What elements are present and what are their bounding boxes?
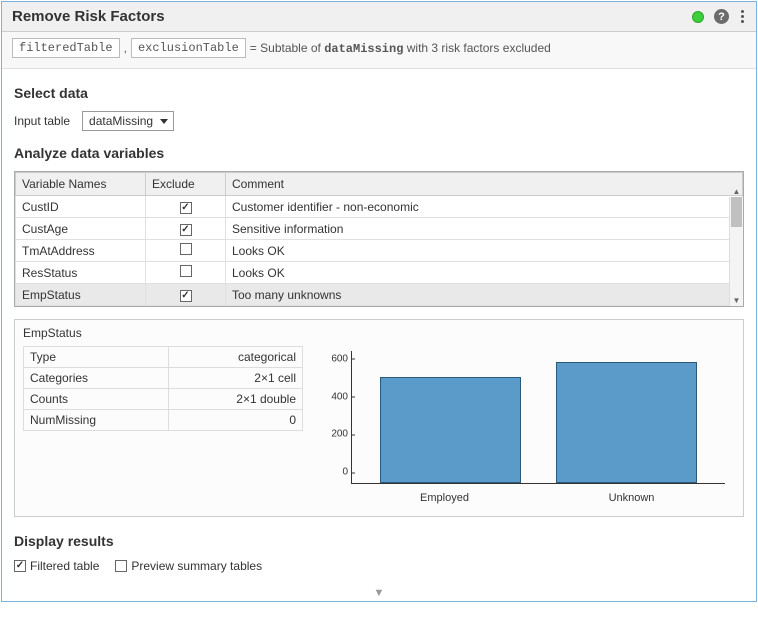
detail-value: 0 — [169, 410, 303, 431]
exclude-cell[interactable] — [146, 218, 226, 240]
comment-cell[interactable]: Customer identifier - non-economic — [226, 196, 743, 218]
variable-name-cell[interactable]: CustID — [16, 196, 146, 218]
detail-row: Typecategorical — [24, 347, 303, 368]
expand-collapse-icon[interactable]: ▼ — [2, 583, 756, 601]
detail-value: 2×1 cell — [169, 368, 303, 389]
chart-bar — [380, 377, 521, 483]
grid-scrollbar[interactable]: ▲ ▼ — [729, 197, 743, 306]
header-toolbar: ? — [692, 8, 746, 25]
detail-key: Type — [24, 347, 169, 368]
checkbox-icon — [14, 560, 26, 572]
section-title-select-data: Select data — [14, 85, 744, 101]
chart-x-labels: Employed Unknown — [351, 492, 725, 504]
variable-name-cell[interactable]: CustAge — [16, 218, 146, 240]
panel-body: Select data Input table dataMissing Anal… — [2, 69, 756, 583]
detail-key: Counts — [24, 389, 169, 410]
comment-cell[interactable]: Looks OK — [226, 240, 743, 262]
detail-row: NumMissing0 — [24, 410, 303, 431]
detail-body: TypecategoricalCategories2×1 cellCounts2… — [23, 346, 735, 506]
table-row[interactable]: TmAtAddress Looks OK — [16, 240, 743, 262]
comment-cell[interactable]: Looks OK — [226, 262, 743, 284]
chart-x-label: Unknown — [557, 492, 707, 504]
detail-properties-table: TypecategoricalCategories2×1 cellCounts2… — [23, 346, 303, 431]
exclude-cell[interactable] — [146, 262, 226, 284]
panel-title: Remove Risk Factors — [12, 8, 165, 25]
detail-row: Counts2×1 double — [24, 389, 303, 410]
chart-y-tick: 600 — [331, 353, 352, 364]
detail-chart: 0200400600 EmployedUnknown — [319, 346, 735, 506]
scroll-down-icon[interactable]: ▼ — [730, 294, 743, 306]
checkbox-label: Filtered table — [30, 559, 99, 573]
filtered-table-checkbox[interactable]: Filtered table — [14, 559, 99, 573]
output-summary: filteredTable , exclusionTable = Subtabl… — [2, 32, 756, 69]
checkbox-label: Preview summary tables — [131, 559, 262, 573]
help-icon[interactable]: ? — [714, 9, 729, 24]
grid-scrollbar-thumb[interactable] — [731, 197, 742, 227]
exclude-checkbox[interactable] — [180, 290, 192, 302]
output-variable[interactable]: exclusionTable — [131, 38, 246, 58]
exclude-cell[interactable] — [146, 284, 226, 306]
exclude-checkbox[interactable] — [180, 265, 192, 277]
variable-name-cell[interactable]: TmAtAddress — [16, 240, 146, 262]
summary-text: = Subtable of dataMissing with 3 risk fa… — [250, 41, 551, 56]
variables-grid[interactable]: Variable Names Exclude Comment CustIDCus… — [15, 172, 743, 306]
table-row[interactable]: CustAge Sensitive information — [16, 218, 743, 240]
input-table-select[interactable]: dataMissing — [82, 111, 174, 131]
table-row[interactable]: ResStatus Looks OK — [16, 262, 743, 284]
scroll-up-icon[interactable]: ▲ — [730, 185, 743, 197]
chart-y-tick: 200 — [331, 429, 352, 440]
output-variable[interactable]: filteredTable — [12, 38, 120, 58]
detail-value: categorical — [169, 347, 303, 368]
detail-key: Categories — [24, 368, 169, 389]
variable-name-cell[interactable]: ResStatus — [16, 262, 146, 284]
detail-variable-name: EmpStatus — [23, 326, 735, 340]
grid-header[interactable]: Exclude — [146, 173, 226, 196]
input-table-row: Input table dataMissing — [14, 111, 744, 131]
exclude-cell[interactable] — [146, 240, 226, 262]
exclude-checkbox[interactable] — [180, 224, 192, 236]
exclude-cell[interactable] — [146, 196, 226, 218]
chart-y-tick: 0 — [342, 467, 352, 478]
display-options-row: Filtered table Preview summary tables — [14, 559, 744, 573]
section-title-analyze: Analyze data variables — [14, 145, 744, 161]
status-indicator-icon — [692, 11, 704, 23]
grid-header[interactable]: Variable Names — [16, 173, 146, 196]
preview-summary-checkbox[interactable]: Preview summary tables — [115, 559, 262, 573]
chart-bar — [556, 362, 697, 483]
table-row[interactable]: EmpStatus Too many unknowns — [16, 284, 743, 306]
variable-detail-panel: EmpStatus TypecategoricalCategories2×1 c… — [14, 319, 744, 517]
detail-value: 2×1 double — [169, 389, 303, 410]
kebab-menu-icon[interactable] — [739, 8, 746, 25]
exclude-checkbox[interactable] — [180, 243, 192, 255]
checkbox-icon — [115, 560, 127, 572]
comment-cell[interactable]: Sensitive information — [226, 218, 743, 240]
detail-row: Categories2×1 cell — [24, 368, 303, 389]
grid-header-row: Variable Names Exclude Comment — [16, 173, 743, 196]
input-table-label: Input table — [14, 114, 70, 128]
separator-comma: , — [124, 41, 127, 55]
variable-name-cell[interactable]: EmpStatus — [16, 284, 146, 306]
chart-x-label: Employed — [370, 492, 520, 504]
comment-cell[interactable]: Too many unknowns — [226, 284, 743, 306]
grid-header[interactable]: Comment — [226, 173, 743, 196]
chart-y-tick: 400 — [331, 391, 352, 402]
chart-bars-container — [352, 351, 725, 483]
exclude-checkbox[interactable] — [180, 202, 192, 214]
section-title-display: Display results — [14, 533, 744, 549]
table-row[interactable]: CustID Customer identifier - non-economic — [16, 196, 743, 218]
variables-grid-wrap: Variable Names Exclude Comment CustIDCus… — [14, 171, 744, 307]
chart-plot-area: 0200400600 — [351, 351, 725, 484]
task-panel: Remove Risk Factors ? filteredTable , ex… — [1, 1, 757, 602]
detail-key: NumMissing — [24, 410, 169, 431]
panel-header: Remove Risk Factors ? — [2, 2, 756, 32]
